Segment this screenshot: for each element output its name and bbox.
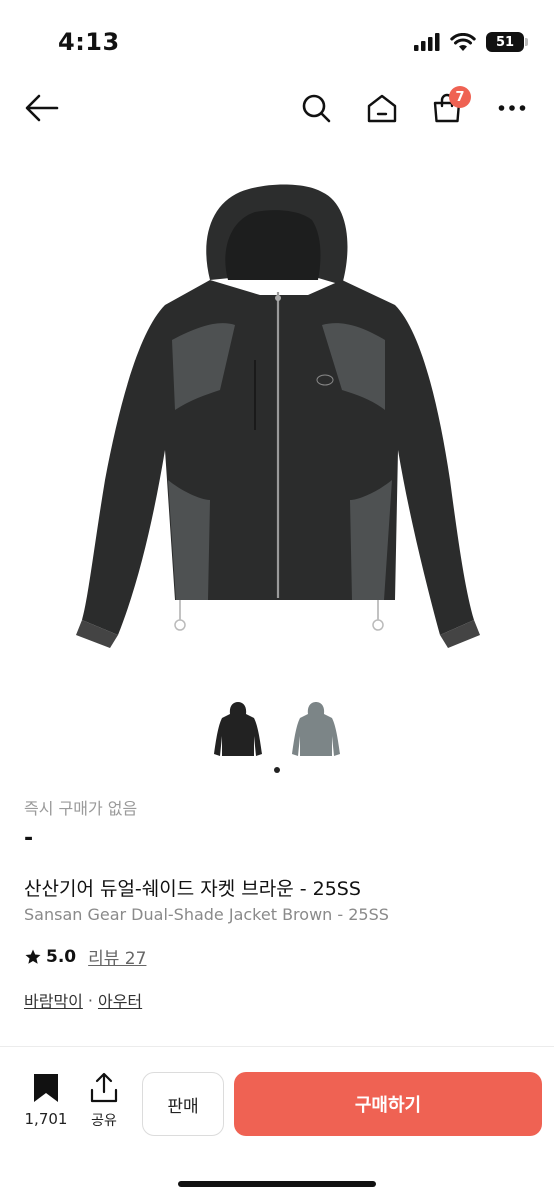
bookmark-button[interactable]: 1,701	[20, 1072, 72, 1128]
jacket-image	[76, 184, 480, 648]
status-time: 4:13	[58, 28, 120, 56]
home-indicator	[178, 1181, 376, 1187]
sell-button[interactable]: 판매	[142, 1072, 224, 1136]
cart-button[interactable]: 7	[425, 86, 471, 130]
more-button[interactable]	[490, 86, 534, 130]
buy-button[interactable]: 구매하기	[234, 1072, 542, 1136]
carousel-indicator	[274, 767, 280, 773]
battery-level: 51	[495, 34, 515, 50]
nav-bar: 7	[0, 80, 554, 136]
thumbnail-black-image	[214, 702, 262, 756]
wifi-icon	[450, 32, 476, 51]
share-label: 공유	[91, 1113, 117, 1129]
share-icon	[90, 1072, 118, 1103]
thumbnail-grey[interactable]	[288, 700, 344, 762]
review-link[interactable]: 리뷰 27	[88, 944, 146, 969]
cart-count-badge: 7	[449, 86, 471, 108]
category-breadcrumb: 바람막이 · 아우터	[24, 988, 142, 1012]
thumbnail-grey-image	[292, 702, 340, 756]
divider	[0, 1046, 554, 1047]
product-image[interactable]	[60, 180, 494, 650]
thumbnail-list	[0, 700, 554, 762]
thumbnail-black[interactable]	[210, 700, 266, 762]
back-arrow-icon	[25, 94, 59, 122]
search-icon	[302, 94, 331, 123]
rating-score: 5.0	[46, 946, 77, 967]
product-title-english: Sansan Gear Dual-Shade Jacket Brown - 25…	[24, 905, 389, 924]
home-button[interactable]	[360, 86, 404, 130]
battery-icon: 51	[486, 32, 528, 52]
rating-row: 5.0 리뷰 27	[24, 944, 146, 969]
product-title-korean: 산산기어 듀얼-쉐이드 자켓 브라운 - 25SS	[24, 878, 361, 900]
category-link-outer[interactable]: 아우터	[98, 988, 142, 1012]
category-link-windbreaker[interactable]: 바람막이	[24, 988, 83, 1012]
share-button[interactable]: 공유	[84, 1072, 124, 1130]
star-icon	[25, 949, 41, 964]
search-button[interactable]	[294, 86, 338, 130]
home-icon	[367, 94, 397, 123]
status-bar: 4:13 51	[0, 0, 554, 80]
bookmark-count: 1,701	[24, 1110, 68, 1128]
status-icons: 51	[414, 32, 528, 52]
instant-purchase-status: 즉시 구매가 없음	[24, 799, 138, 818]
back-button[interactable]	[20, 86, 64, 130]
more-icon	[498, 105, 526, 111]
bookmark-icon	[34, 1074, 58, 1102]
bottom-action-bar: 1,701 공유 판매 구매하기	[0, 1056, 554, 1156]
signal-icon	[414, 33, 440, 51]
category-separator: ·	[87, 990, 93, 1010]
price: -	[24, 826, 34, 851]
